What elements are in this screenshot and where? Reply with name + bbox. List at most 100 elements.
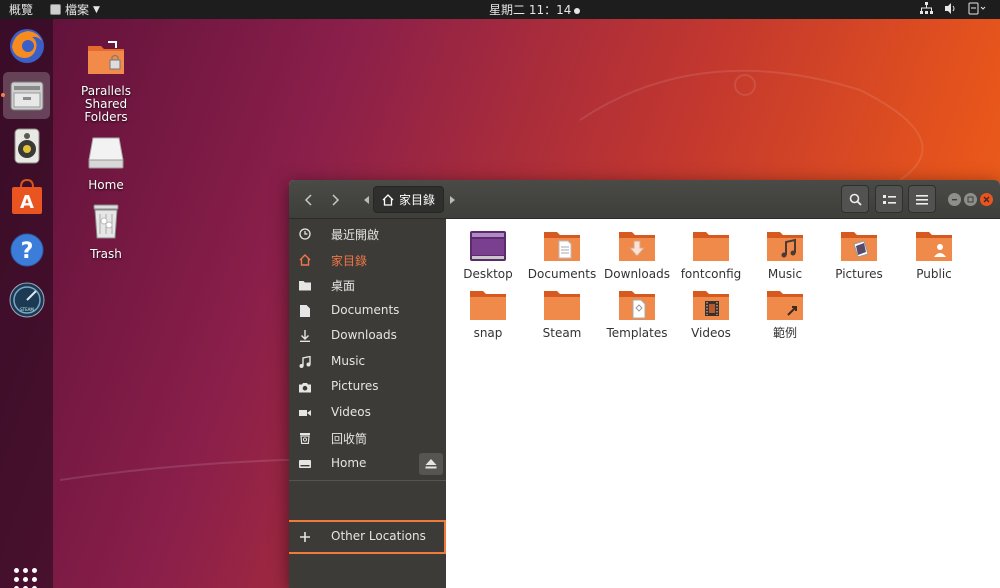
sidebar-item-recent[interactable]: 最近開啟 [289, 221, 446, 246]
file-item[interactable]: Music [747, 230, 823, 281]
sidebar-item-label: 回收筒 [331, 432, 368, 446]
file-item[interactable]: Templates [599, 289, 675, 340]
sidebar-item-label: Documents [331, 303, 400, 317]
system-tray[interactable] [920, 2, 986, 15]
file-item[interactable]: 範例 [747, 289, 823, 340]
path-segment-home[interactable]: 家目錄 [373, 186, 445, 213]
videos-folder-icon [693, 291, 729, 320]
menu-button[interactable] [908, 185, 936, 213]
file-label: Downloads [604, 267, 670, 281]
sidebar-item-documents[interactable]: Documents [289, 298, 446, 323]
file-item[interactable]: Desktop [450, 230, 526, 281]
sidebar-item-trash[interactable]: 回收筒 [289, 425, 446, 450]
path-scroll-left-icon[interactable] [361, 195, 373, 204]
notification-dot-icon [574, 7, 581, 14]
pictures-folder-icon [841, 232, 877, 261]
caret-down-icon: ▼ [93, 4, 100, 15]
trash-icon [298, 431, 312, 445]
show-applications-icon[interactable] [14, 568, 37, 588]
dock-steam[interactable]: STEAM [3, 276, 50, 323]
desktop-icon-trash[interactable]: Trash [71, 201, 141, 261]
drive-icon [88, 137, 124, 169]
sidebar-item-home[interactable]: 家目錄 [289, 247, 446, 272]
examples-folder-icon [767, 291, 803, 320]
highlight-box [289, 520, 446, 554]
dock-ubuntu-software[interactable]: A [3, 173, 50, 220]
file-label: fontconfig [680, 267, 742, 281]
file-item[interactable]: Public [896, 230, 972, 281]
clock-label: 星期二 11：14 [489, 3, 572, 17]
file-item[interactable]: Steam [524, 289, 600, 340]
downloads-folder-icon [619, 232, 655, 261]
close-button[interactable] [980, 193, 993, 206]
sidebar-item-label: 家目錄 [331, 254, 368, 268]
clock-icon [298, 227, 312, 241]
file-item[interactable]: Videos [673, 289, 749, 340]
watermark-url: jingyan.baidu.com [768, 540, 916, 559]
files-icon [10, 81, 43, 110]
search-button[interactable] [841, 185, 869, 213]
dock-firefox[interactable] [3, 22, 50, 69]
forward-button[interactable] [322, 186, 348, 213]
desktop-icon-label: Parallels Shared Folders [81, 84, 131, 124]
file-item[interactable]: fontconfig [673, 230, 749, 281]
dock-rhythmbox[interactable] [3, 122, 50, 169]
file-label: Desktop [463, 267, 513, 281]
folder-icon [693, 232, 729, 261]
sidebar-item-label: Videos [331, 405, 371, 419]
activities-button[interactable]: 概覽 [9, 1, 33, 18]
file-item[interactable]: Documents [524, 230, 600, 281]
file-label: Templates [606, 326, 668, 340]
sidebar-item-music[interactable]: Music [289, 349, 446, 374]
back-button[interactable] [296, 186, 322, 213]
sidebar-item-pictures[interactable]: Pictures [289, 374, 446, 399]
minimize-icon [952, 199, 957, 201]
music-folder-icon [767, 232, 803, 261]
sidebar-item-label: Pictures [331, 379, 379, 393]
maximize-button[interactable] [964, 193, 977, 206]
drive-icon [298, 457, 312, 471]
power-icon[interactable] [968, 2, 986, 15]
sidebar-item-videos[interactable]: Videos [289, 400, 446, 425]
sidebar-divider [289, 480, 446, 481]
svg-text:STEAM: STEAM [20, 307, 34, 312]
search-icon [849, 193, 862, 206]
file-item[interactable]: Downloads [599, 230, 675, 281]
file-label: Documents [527, 267, 597, 281]
home-icon [298, 253, 312, 267]
folder-icon [298, 278, 312, 292]
desktop-icon-label: Trash [90, 247, 122, 261]
list-view-icon [882, 194, 896, 204]
desktop-icon-shared-folders[interactable]: Parallels Shared Folders [71, 38, 141, 124]
volume-icon[interactable] [944, 2, 957, 15]
sidebar-item-label: 桌面 [331, 279, 356, 293]
file-item[interactable]: snap [450, 289, 526, 340]
eject-icon [425, 459, 437, 469]
path-scroll-right-icon[interactable] [446, 195, 458, 204]
eject-button[interactable] [419, 453, 443, 475]
desktop-icon-label: Home [88, 178, 124, 192]
dock-help[interactable]: ? [3, 226, 50, 273]
svg-text:A: A [20, 192, 34, 213]
sidebar-item-desktop[interactable]: 桌面 [289, 272, 446, 297]
documents-folder-icon [544, 232, 580, 261]
file-label: snap [473, 326, 503, 340]
minimize-button[interactable] [948, 193, 961, 206]
view-toggle-button[interactable] [875, 185, 903, 213]
sidebar-item-downloads[interactable]: Downloads [289, 323, 446, 348]
templates-folder-icon [619, 291, 655, 320]
desktop-icon-home[interactable]: Home [71, 132, 141, 192]
app-menu[interactable]: 檔案 ▼ [50, 1, 100, 18]
network-icon[interactable] [920, 2, 933, 15]
close-icon [983, 196, 990, 203]
speaker-icon [14, 128, 39, 163]
top-bar: 概覽 檔案 ▼ 星期二 11：14 [0, 0, 1000, 19]
video-icon [298, 406, 312, 420]
document-icon [298, 304, 312, 318]
sidebar-item-home-drive[interactable]: Home [289, 451, 446, 476]
clock[interactable]: 星期二 11：14 [489, 1, 581, 18]
dock-files[interactable] [1, 72, 50, 119]
sidebar-item-label: Home [331, 456, 367, 470]
file-item[interactable]: Pictures [821, 230, 897, 281]
file-label: Videos [691, 326, 731, 340]
